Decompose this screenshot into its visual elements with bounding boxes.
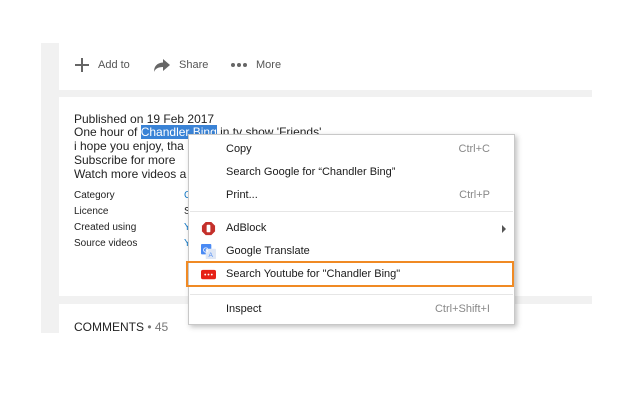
add-to-label: Add to	[98, 59, 130, 71]
share-arrow-icon	[154, 59, 170, 72]
menu-item-label: Google Translate	[226, 245, 310, 257]
video-actions-bar: Add to Share More	[59, 43, 592, 90]
share-button[interactable]: Share	[153, 43, 208, 87]
more-dots-icon	[231, 63, 247, 67]
meta-label-category: Category	[74, 190, 115, 201]
svg-text:A: A	[209, 252, 214, 259]
meta-label-licence: Licence	[74, 206, 109, 217]
context-menu: Copy Ctrl+C Search Google for “Chandler …	[188, 134, 515, 325]
menu-item-search-google[interactable]: Search Google for “Chandler Bing”	[189, 162, 514, 184]
menu-item-label: AdBlock	[226, 222, 267, 234]
description-line-2: i hope you enjoy, tha	[74, 139, 184, 153]
plus-icon	[75, 58, 89, 72]
menu-item-label: Print...	[226, 189, 258, 201]
share-label: Share	[179, 59, 209, 71]
description-line-3: Subscribe for more	[74, 153, 176, 167]
menu-item-google-translate[interactable]: G A Google Translate	[189, 241, 514, 263]
comments-label: COMMENTS	[74, 320, 144, 334]
menu-item-shortcut: Ctrl+P	[459, 189, 490, 201]
menu-item-label: Copy	[226, 143, 252, 155]
comments-separator: •	[144, 320, 155, 334]
menu-item-adblock[interactable]: AdBlock	[189, 218, 514, 240]
menu-separator	[190, 211, 513, 212]
menu-separator	[190, 294, 513, 295]
menu-item-print[interactable]: Print... Ctrl+P	[189, 185, 514, 207]
menu-item-shortcut: Ctrl+C	[458, 143, 490, 155]
comments-header: COMMENTS • 45	[74, 320, 168, 334]
description-text: One hour of	[74, 125, 141, 139]
comments-count: 45	[154, 320, 169, 334]
more-label: More	[256, 59, 282, 71]
meta-label-created-using: Created using	[74, 222, 137, 233]
google-translate-icon: G A	[201, 244, 216, 259]
meta-label-source-videos: Source videos	[74, 238, 138, 249]
description-line-4: Watch more videos a	[74, 167, 187, 181]
add-to-button[interactable]: Add to	[74, 43, 130, 87]
adblock-icon	[201, 221, 216, 236]
menu-item-label: Search Google for “Chandler Bing”	[226, 166, 396, 178]
more-button[interactable]: More	[230, 43, 281, 87]
menu-item-copy[interactable]: Copy Ctrl+C	[189, 139, 514, 161]
submenu-arrow-icon	[502, 225, 506, 233]
menu-item-shortcut: Ctrl+Shift+I	[434, 303, 490, 315]
menu-item-inspect[interactable]: Inspect Ctrl+Shift+I	[189, 299, 514, 321]
menu-item-label: Inspect	[226, 303, 262, 315]
highlight-box	[186, 261, 514, 287]
